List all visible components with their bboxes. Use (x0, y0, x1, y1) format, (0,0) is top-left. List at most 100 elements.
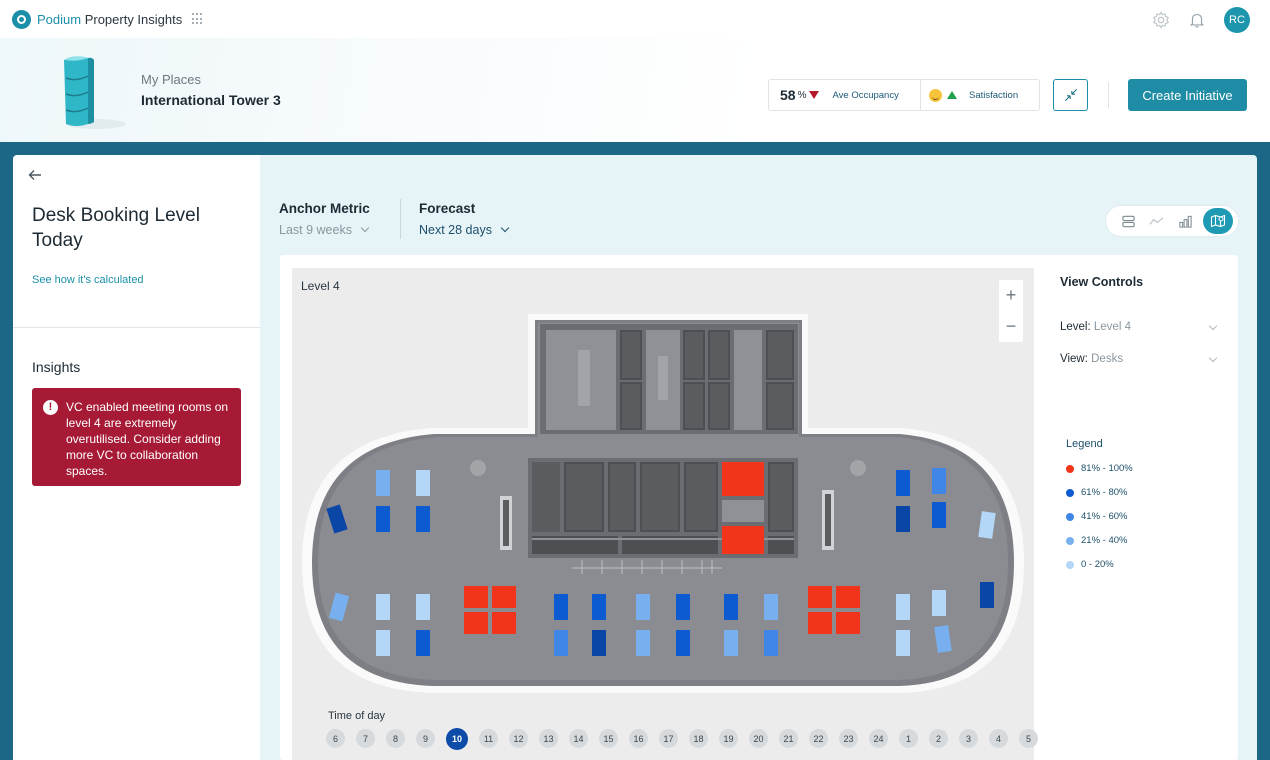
hour-chip[interactable]: 12 (509, 729, 528, 748)
anchor-metric: Anchor Metric Last 9 weeks (279, 201, 370, 237)
view-toggle (1106, 206, 1238, 236)
trend-up-icon (947, 91, 957, 99)
forecast: Forecast Next 28 days (419, 201, 510, 237)
legend-item: 81% - 100% (1066, 463, 1133, 474)
legend-item: 61% - 80% (1066, 487, 1127, 498)
header-divider (1108, 82, 1109, 108)
user-avatar[interactable]: RC (1224, 7, 1250, 33)
chevron-down-icon (1208, 353, 1218, 363)
legend-item: 41% - 60% (1066, 511, 1127, 522)
hour-chip[interactable]: 13 (539, 729, 558, 748)
hour-chip[interactable]: 24 (869, 729, 888, 748)
top-bar: Podium Property Insights RC (0, 0, 1270, 38)
list-view-button[interactable] (1117, 210, 1139, 232)
podium-logo-icon[interactable] (12, 9, 31, 29)
satisfaction-label: Satisfaction (969, 89, 1019, 101)
anchor-metric-dropdown[interactable]: Last 9 weeks (279, 223, 370, 237)
hour-chip[interactable]: 7 (356, 729, 375, 748)
anchor-metric-value: Last 9 weeks (279, 223, 352, 237)
bar-view-button[interactable] (1174, 210, 1196, 232)
forecast-label: Forecast (419, 201, 476, 216)
chevron-down-icon (1208, 321, 1218, 331)
legend-item: 0 - 20% (1066, 559, 1114, 570)
collapse-arrows-icon (1064, 89, 1077, 101)
line-chart-icon (1149, 216, 1164, 225)
hour-chip[interactable]: 10 (446, 727, 468, 750)
hour-chip[interactable]: 8 (386, 729, 405, 748)
hour-chip[interactable]: 20 (749, 729, 768, 748)
hour-chip[interactable]: 9 (416, 729, 435, 748)
trend-view-button[interactable] (1146, 210, 1168, 232)
create-initiative-button[interactable]: Create Initiative (1128, 79, 1247, 111)
view-select[interactable]: View: Desks (1060, 353, 1220, 365)
legend-dot (1066, 536, 1074, 545)
legend-label: 0 - 20% (1081, 559, 1114, 570)
hour-chip[interactable]: 21 (779, 729, 798, 748)
legend-dot (1066, 464, 1074, 473)
hour-chip[interactable]: 14 (569, 729, 588, 748)
view-controls: View Controls Level: Level 4 View: Desks… (1060, 275, 1228, 570)
hour-chip[interactable]: 22 (809, 729, 828, 748)
chevron-down-icon (360, 223, 370, 233)
hour-chip[interactable]: 6 (326, 729, 345, 748)
chevron-down-icon (500, 223, 510, 233)
level-select-value: Level 4 (1093, 321, 1131, 333)
divider (13, 327, 260, 328)
map-icon (1210, 214, 1225, 228)
floor-plan (302, 314, 1024, 693)
legend-dot (1066, 512, 1074, 521)
view-select-label: View: (1060, 353, 1088, 365)
calculation-link[interactable]: See how it's calculated (32, 274, 144, 286)
legend-item: 21% - 40% (1066, 535, 1127, 546)
hour-chip[interactable]: 15 (599, 729, 618, 748)
place-name: International Tower 3 (141, 92, 281, 108)
hour-chip[interactable]: 19 (719, 729, 738, 748)
alert-icon: ! (43, 400, 58, 415)
forecast-dropdown[interactable]: Next 28 days (419, 223, 510, 237)
main-panel: Anchor Metric Last 9 weeks Forecast Next… (260, 155, 1257, 760)
smiley-icon (929, 88, 942, 102)
gear-icon[interactable] (1152, 11, 1170, 29)
back-arrow-icon[interactable] (27, 167, 43, 183)
occupancy-unit: % (797, 89, 807, 101)
view-controls-heading: View Controls (1060, 275, 1144, 289)
hour-chip[interactable]: 18 (689, 729, 708, 748)
level-select[interactable]: Level: Level 4 (1060, 321, 1220, 333)
legend-label: 81% - 100% (1081, 463, 1133, 474)
insight-alert[interactable]: ! VC enabled meeting rooms on level 4 ar… (32, 388, 241, 486)
legend-heading: Legend (1066, 438, 1103, 450)
legend-dot (1066, 560, 1074, 569)
hour-chip[interactable]: 11 (479, 729, 498, 748)
forecast-value: Next 28 days (419, 223, 492, 237)
hour-chip[interactable]: 3 (959, 729, 978, 748)
hour-chip[interactable]: 4 (989, 729, 1008, 748)
map-card: Level 4 + − Time of day 6 7 8 9 10 11 12… (280, 255, 1238, 760)
occupancy-value: 58 (780, 87, 796, 103)
floor-map[interactable]: Level 4 + − Time of day 6 7 8 9 10 11 12… (292, 268, 1038, 760)
hour-chip[interactable]: 16 (629, 729, 648, 748)
legend-dot (1066, 488, 1074, 497)
map-view-button[interactable] (1202, 208, 1233, 234)
bar-chart-icon (1179, 215, 1192, 228)
hour-chip[interactable]: 17 (659, 729, 678, 748)
hour-chip[interactable]: 23 (839, 729, 858, 748)
app-brand[interactable]: Podium Property Insights (37, 12, 182, 27)
hour-chip[interactable]: 2 (929, 729, 948, 748)
anchor-metric-label: Anchor Metric (279, 201, 370, 216)
collapse-button[interactable] (1053, 79, 1088, 111)
occupancy-label: Ave Occupancy (832, 89, 899, 101)
bell-icon[interactable] (1188, 11, 1206, 29)
breadcrumb-my-places[interactable]: My Places (141, 72, 201, 87)
metrics-divider (400, 199, 401, 239)
building-illustration (64, 56, 126, 129)
place-header: My Places International Tower 3 58 % Ave… (0, 38, 1270, 142)
time-of-day-label: Time of day (328, 710, 386, 722)
insights-heading: Insights (32, 359, 81, 375)
trend-down-icon (809, 91, 820, 99)
app-grid-icon[interactable] (192, 13, 204, 25)
hour-chip[interactable]: 5 (1019, 729, 1038, 748)
insight-alert-text: VC enabled meeting rooms on level 4 are … (66, 400, 229, 478)
list-view-icon (1122, 215, 1135, 227)
legend-label: 21% - 40% (1081, 535, 1128, 546)
hour-chip[interactable]: 1 (899, 729, 918, 748)
